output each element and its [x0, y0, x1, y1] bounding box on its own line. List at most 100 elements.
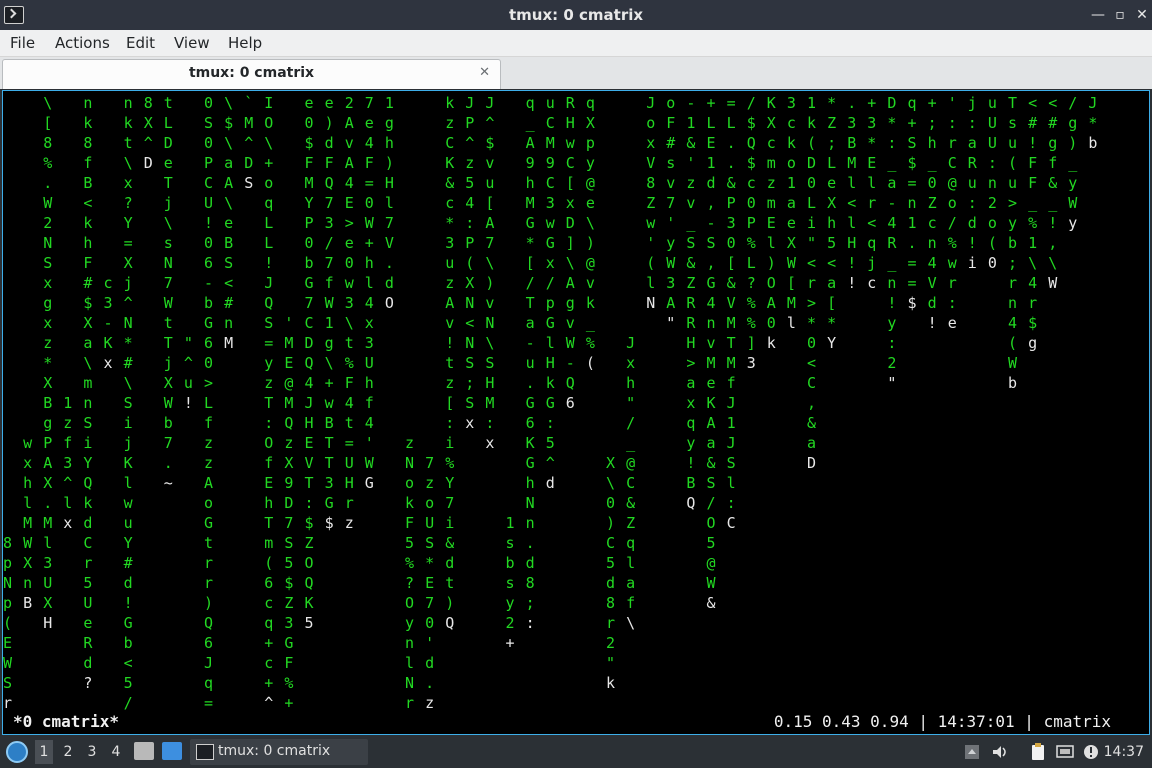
matrix-char: h — [827, 214, 837, 232]
matrix-char: Q — [746, 134, 756, 152]
matrix-char: c — [766, 134, 776, 152]
matrix-char: C — [807, 374, 817, 392]
matrix-char: \ — [565, 254, 575, 272]
matrix-char: * — [827, 94, 837, 112]
tab-terminal[interactable]: tmux: 0 cmatrix ✕ — [2, 59, 501, 89]
matrix-char: N — [485, 314, 495, 332]
maximize-button[interactable]: ▫ — [1110, 5, 1130, 25]
matrix-char: W — [666, 254, 676, 272]
workspace-1[interactable]: 1 — [35, 740, 53, 764]
matrix-char: q — [626, 534, 636, 552]
matrix-char: : — [445, 414, 455, 432]
workspace-2[interactable]: 2 — [59, 744, 77, 760]
matrix-char: 1 — [907, 214, 917, 232]
matrix-char: g — [1028, 334, 1038, 352]
matrix-char: u — [525, 354, 535, 372]
workspace-4[interactable]: 4 — [107, 744, 125, 760]
matrix-char: x — [123, 174, 133, 192]
matrix-char: 3 — [545, 194, 555, 212]
matrix-char: u — [987, 94, 997, 112]
matrix-char: H — [545, 354, 555, 372]
matrix-char: T — [324, 454, 334, 472]
matrix-char: ) — [1068, 134, 1078, 152]
matrix-char: X — [43, 374, 53, 392]
matrix-char: & — [686, 254, 696, 272]
matrix-char: K — [766, 94, 776, 112]
matrix-char: Y — [123, 534, 133, 552]
matrix-char: C — [726, 514, 736, 532]
matrix-char: ^ — [545, 454, 555, 472]
matrix-char: 3 — [344, 294, 354, 312]
tray-arrow-icon[interactable] — [962, 742, 982, 762]
matrix-char: / — [706, 494, 716, 512]
matrix-char: \ — [224, 94, 234, 112]
matrix-char: L — [706, 114, 716, 132]
matrix-char: Q — [686, 494, 696, 512]
matrix-char: u — [485, 174, 495, 192]
matrix-char: 3 — [324, 474, 334, 492]
matrix-char: y — [505, 594, 515, 612]
matrix-char: ) — [324, 114, 334, 132]
matrix-char: 0 — [204, 134, 214, 152]
matrix-char: C — [204, 174, 214, 192]
notification-icon[interactable] — [1081, 742, 1101, 762]
tab-close-icon[interactable]: ✕ — [479, 65, 490, 80]
matrix-char: 1 — [324, 314, 334, 332]
clipboard-icon[interactable] — [1028, 742, 1048, 762]
matrix-char: g — [565, 294, 575, 312]
matrix-char: " — [626, 394, 636, 412]
show-desktop-icon[interactable] — [162, 742, 182, 760]
matrix-char: f — [726, 374, 736, 392]
matrix-char: . — [525, 374, 535, 392]
matrix-char: L — [264, 234, 274, 252]
matrix-char: 3 — [284, 614, 294, 632]
matrix-char: S — [907, 134, 917, 152]
taskbar-task-terminal[interactable]: tmux: 0 cmatrix — [190, 739, 368, 765]
minimize-button[interactable]: — — [1088, 5, 1108, 25]
matrix-char: D — [807, 454, 817, 472]
matrix-char: 9 — [284, 474, 294, 492]
menu-file[interactable]: File — [10, 34, 35, 52]
matrix-char: J — [465, 94, 475, 112]
matrix-char: 2 — [344, 94, 354, 112]
volume-icon[interactable] — [990, 742, 1010, 762]
terminal-view[interactable]: 8 p Np(E W Sr w x h l M W Xn B \[8%. W 2 N Sx g x z * X Bg P A X. M… — [2, 90, 1150, 735]
matrix-char: # — [123, 554, 133, 572]
menu-view[interactable]: View — [174, 34, 210, 52]
close-button[interactable]: ✕ — [1132, 5, 1152, 25]
matrix-char: \ — [224, 134, 234, 152]
matrix-char: & — [726, 174, 736, 192]
matrix-char: f — [1048, 154, 1058, 172]
matrix-char: 4 — [364, 414, 374, 432]
matrix-char: h — [525, 174, 535, 192]
matrix-char: 5 — [284, 554, 294, 572]
matrix-char: h — [384, 134, 394, 152]
matrix-char: 6 — [565, 394, 575, 412]
matrix-char: f — [364, 394, 374, 412]
matrix-char: G — [545, 394, 555, 412]
matrix-char: W — [706, 574, 716, 592]
tmux-window-list[interactable]: *0 cmatrix* — [13, 712, 119, 731]
menu-edit[interactable]: Edit — [126, 34, 155, 52]
menu-actions[interactable]: Actions — [55, 34, 110, 52]
matrix-char: ^ — [244, 134, 254, 152]
matrix-char: S — [244, 174, 254, 192]
matrix-char: f — [264, 454, 274, 472]
matrix-char: ^ — [143, 134, 153, 152]
matrix-char: q — [686, 414, 696, 432]
matrix-char: o — [264, 174, 274, 192]
workspace-3[interactable]: 3 — [83, 744, 101, 760]
file-manager-icon[interactable] — [134, 742, 154, 760]
matrix-char: = — [726, 94, 736, 112]
menu-help[interactable]: Help — [228, 34, 262, 52]
matrix-char: ! — [264, 254, 274, 272]
matrix-char: W — [163, 294, 173, 312]
matrix-char: w — [23, 434, 33, 452]
matrix-char: H — [565, 114, 575, 132]
start-menu-icon[interactable] — [6, 741, 28, 763]
matrix-char: < — [827, 254, 837, 272]
matrix-char: + — [264, 154, 274, 172]
network-icon[interactable] — [1055, 742, 1075, 762]
matrix-char: a — [525, 314, 535, 332]
window-titlebar[interactable]: tmux: 0 cmatrix — ▫ ✕ — [0, 0, 1152, 30]
